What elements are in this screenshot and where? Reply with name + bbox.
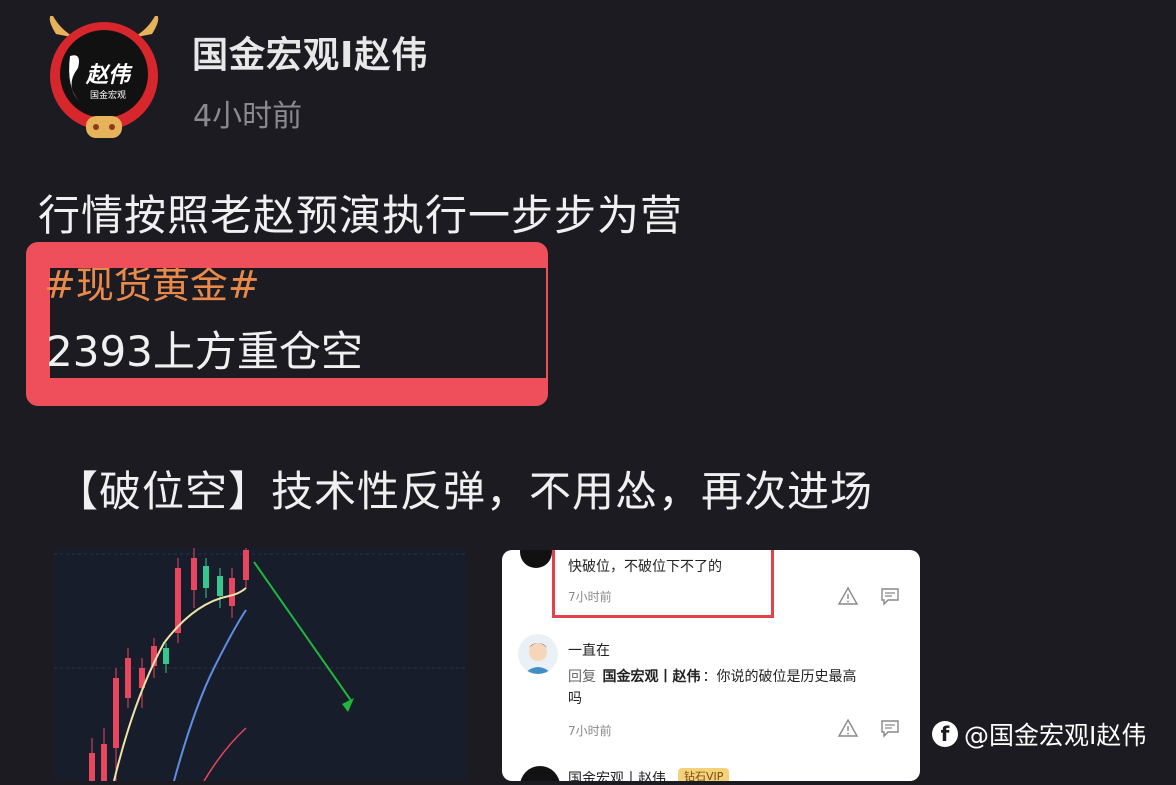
comment-2-body: 回复 国金宏观丨赵伟 ：你说的破位是历史最高 吗 xyxy=(568,669,857,707)
candles xyxy=(89,548,249,781)
down-arrow-icon xyxy=(253,561,354,712)
comment-avatar-2[interactable] xyxy=(518,634,558,674)
vip-badge: 钻石VIP xyxy=(678,768,730,781)
reply-label: 回复 xyxy=(568,669,596,685)
comment-avatar-3[interactable] xyxy=(520,766,560,781)
comment-2-username[interactable]: 一直在 xyxy=(568,640,610,660)
author-name[interactable]: 国金宏观I赵伟 xyxy=(192,26,428,78)
post-text-price-line: 2393上方重仓空 xyxy=(46,327,363,376)
comment-reply-icon[interactable] xyxy=(880,586,900,606)
report-icon[interactable] xyxy=(838,718,858,738)
bull-logo-icon: 赵伟 国金宏观 xyxy=(49,14,159,138)
comments-screenshot[interactable]: 快破位，不破位下不了的 7小时前 一直在 回复 国金宏观丨赵伟 ：你说的破位是历史… xyxy=(502,550,920,781)
watermark-text: @国金宏观I赵伟 xyxy=(964,721,1147,750)
author-avatar[interactable]: 赵伟 国金宏观 xyxy=(42,14,166,140)
svg-text:赵伟: 赵伟 xyxy=(85,63,133,88)
post-text-line-1: 行情按照老赵预演执行一步步为营 xyxy=(38,191,684,240)
comment-1-time: 7小时前 xyxy=(568,590,612,604)
watermark: f @国金宏观I赵伟 xyxy=(932,716,1146,752)
post-time: 4小时前 xyxy=(193,99,303,134)
comment-avatar-1 xyxy=(520,550,552,568)
candlestick-chart-image[interactable] xyxy=(54,548,466,782)
reply-to-user[interactable]: 国金宏观丨赵伟 xyxy=(602,669,700,685)
svg-text:国金宏观: 国金宏观 xyxy=(90,89,126,101)
comment-1-text: 快破位，不破位下不了的 xyxy=(568,559,722,575)
comment-2-time: 7小时前 xyxy=(568,724,612,738)
report-icon[interactable] xyxy=(838,586,858,606)
post-text-line-2: 【破位空】技术性反弹，不用怂，再次进场 xyxy=(56,467,874,516)
comment-reply-icon[interactable] xyxy=(880,718,900,738)
comment-3-username[interactable]: 国金宏观丨赵伟 xyxy=(568,768,666,781)
facebook-icon: f xyxy=(932,721,958,747)
